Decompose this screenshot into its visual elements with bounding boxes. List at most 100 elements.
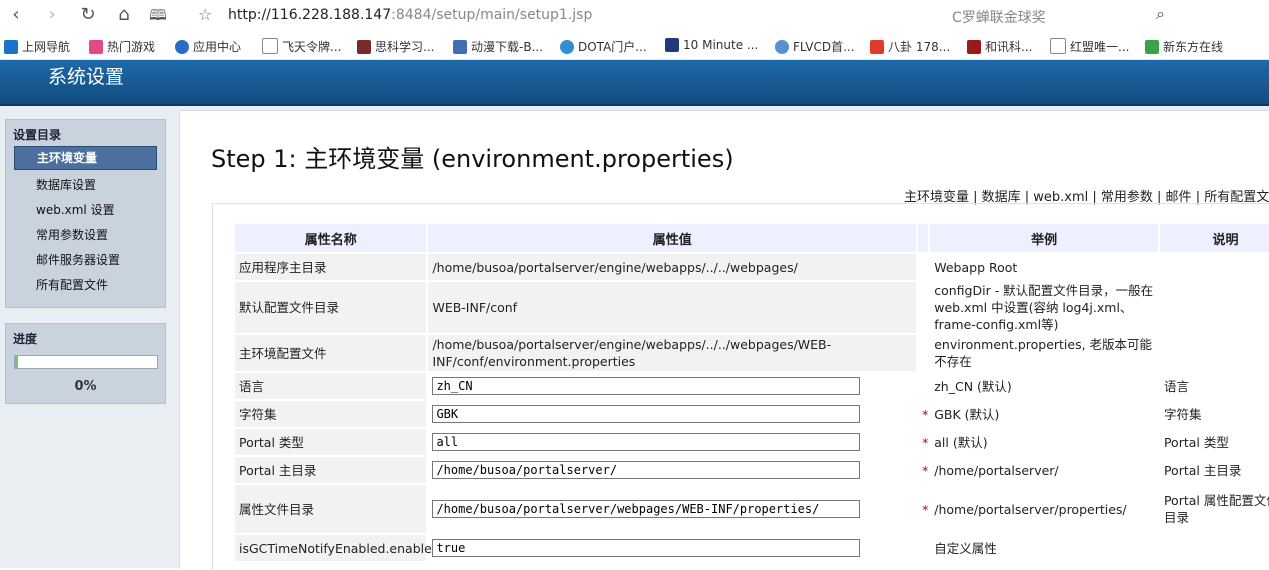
- property-value-input[interactable]: [432, 405, 861, 423]
- bookmark-item[interactable]: 应用中心: [175, 38, 241, 55]
- progress-title: 进度: [13, 332, 38, 346]
- properties-table: 属性名称 属性值 举例 说明 应用程序主目录/home/busoa/portal…: [233, 222, 1269, 563]
- back-icon[interactable]: ‹: [4, 4, 28, 26]
- property-name-cell-text: 语言: [239, 378, 265, 394]
- property-name-cell-text: 应用程序主目录: [239, 259, 327, 275]
- sidebar-item-mail-server[interactable]: 邮件服务器设置: [14, 248, 157, 273]
- sidebar-item-environment[interactable]: 主环境变量: [14, 146, 157, 170]
- bookmark-item[interactable]: FLVCD首...: [775, 38, 855, 55]
- bookmark-item[interactable]: 动漫下载-B...: [453, 38, 543, 55]
- bookmark-star-icon[interactable]: ☆: [198, 5, 212, 24]
- sidebar-item-webxml[interactable]: web.xml 设置: [14, 198, 157, 223]
- example-cell: environment.properties, 老版本可能不存在: [930, 335, 1158, 371]
- property-value-input[interactable]: [432, 433, 861, 451]
- sidebar-item-database[interactable]: 数据库设置: [14, 173, 157, 198]
- search-input[interactable]: C罗蝉联金球奖: [952, 7, 1046, 27]
- property-name-cell-text: isGCTimeNotifyEnabled.enabled: [239, 540, 440, 556]
- required-marker: *: [918, 429, 928, 455]
- address-bar[interactable]: ☆ http://116.228.188.147:8484/setup/main…: [192, 3, 1192, 27]
- property-name-cell-text: Portal 主目录: [239, 462, 317, 478]
- description-cell-text: Portal 属性配置文件目录: [1163, 493, 1269, 525]
- progress-panel: 进度 0%: [5, 323, 166, 404]
- property-name-cell: 默认配置文件目录: [235, 282, 427, 333]
- search-icon[interactable]: ⌕: [1156, 4, 1165, 24]
- property-value-cell: [428, 373, 917, 399]
- property-name-cell-text: 主环境配置文件: [239, 345, 327, 361]
- bookmark-item[interactable]: 和讯科...: [967, 38, 1032, 55]
- required-marker: *: [918, 401, 928, 427]
- progress-bar: [14, 355, 158, 369]
- column-header-required: [918, 224, 929, 252]
- example-cell-text: GBK (默认): [934, 406, 1000, 422]
- property-name-cell: 应用程序主目录: [235, 254, 427, 280]
- table-row: 语言 zh_CN (默认) 语言: [235, 373, 1269, 399]
- bookmark-item[interactable]: 热门游戏: [89, 38, 155, 55]
- column-header-name: 属性名称: [235, 224, 427, 252]
- bookmark-item[interactable]: 飞天令牌...: [262, 38, 341, 55]
- description-cell-text: Portal 类型: [1163, 434, 1229, 450]
- example-cell: 自定义属性: [930, 535, 1158, 561]
- reload-icon[interactable]: ↻: [76, 4, 100, 26]
- example-cell: GBK (默认): [930, 401, 1158, 427]
- property-value-cell: [428, 429, 917, 455]
- property-value-input[interactable]: [432, 377, 861, 395]
- property-name-cell: 字符集: [235, 401, 427, 427]
- table-row: Portal 主目录 * /home/portalserver/Portal 主目录: [235, 457, 1269, 483]
- table-row: Portal 类型 * all (默认) Portal 类型: [235, 429, 1269, 455]
- property-value-cell: [428, 401, 917, 427]
- property-name-cell: 语言: [235, 373, 427, 399]
- table-row: 默认配置文件目录 WEB-INF/conf configDir - 默认配置文件目录…: [235, 282, 1269, 333]
- required-marker-text: *: [922, 501, 929, 517]
- property-value-cell-text: /home/busoa/portalserver/engine/webapps/…: [432, 259, 798, 275]
- required-marker: [918, 535, 929, 561]
- progress-fill: [15, 356, 18, 368]
- table-row: 字符集 * GBK (默认) 字符集: [235, 401, 1269, 427]
- reading-icon[interactable]: 🕮: [146, 4, 170, 26]
- example-cell-text: zh_CN (默认): [934, 378, 1012, 394]
- menu-title: 设置目录: [13, 128, 62, 142]
- description-cell-text: Portal 主目录: [1163, 462, 1242, 478]
- forward-icon[interactable]: ›: [40, 4, 64, 26]
- sidebar-item-all-config[interactable]: 所有配置文件: [14, 273, 157, 298]
- property-name-cell-text: 属性文件目录: [239, 501, 315, 517]
- sidebar-item-common-params[interactable]: 常用参数设置: [14, 223, 157, 248]
- example-cell-text: /home/portalserver/: [934, 462, 1059, 478]
- bookmark-item[interactable]: 新东方在线: [1145, 38, 1223, 55]
- required-marker: *: [918, 485, 928, 533]
- property-value-cell: /home/busoa/portalserver/engine/webapps/…: [428, 254, 917, 280]
- property-value-input[interactable]: [432, 500, 861, 518]
- property-value-input[interactable]: [432, 539, 861, 557]
- description-cell: 语言: [1159, 373, 1269, 399]
- property-name-cell-text: 默认配置文件目录: [239, 300, 340, 315]
- example-cell: all (默认): [930, 429, 1158, 455]
- settings-menu: 设置目录 主环境变量 数据库设置 web.xml 设置 常用参数设置 邮件服务器…: [5, 119, 166, 308]
- app-title: 系统设置: [48, 66, 125, 88]
- required-marker-text: *: [922, 406, 929, 422]
- property-value-input[interactable]: [432, 461, 861, 479]
- example-cell: configDir - 默认配置文件目录，一般在 web.xml 中设置(容纳 …: [930, 282, 1158, 333]
- property-name-cell-text: 字符集: [239, 406, 277, 422]
- required-marker-text: *: [922, 434, 929, 450]
- required-marker: [918, 373, 929, 399]
- required-marker-text: *: [922, 462, 929, 478]
- description-cell: Portal 属性配置文件目录: [1159, 485, 1269, 533]
- page-title: Step 1: 主环境变量 (environment.properties): [211, 145, 734, 173]
- bookmark-item[interactable]: 上网导航: [4, 38, 70, 55]
- property-name-cell-text: Portal 类型: [239, 434, 304, 450]
- example-cell-text: /home/portalserver/properties/: [934, 501, 1127, 517]
- bookmark-item[interactable]: DOTA门户...: [560, 38, 647, 55]
- column-header-value: 属性值: [428, 224, 917, 252]
- bookmarks-bar: 上网导航 热门游戏 应用中心 飞天令牌... 思科学习... 动漫下载-B...…: [0, 33, 1269, 60]
- progress-percent: 0%: [74, 379, 97, 394]
- app-header: 系统设置: [0, 60, 1269, 106]
- bookmark-item[interactable]: 八卦 178...: [870, 38, 950, 55]
- bookmark-item[interactable]: 红盟唯一...: [1050, 38, 1129, 55]
- table-row: isGCTimeNotifyEnabled.enabled 自定义属性: [235, 535, 1269, 561]
- home-icon[interactable]: ⌂: [112, 4, 136, 26]
- bookmark-item[interactable]: 10 Minute ...: [665, 38, 758, 52]
- bookmark-item[interactable]: 思科学习...: [357, 38, 434, 55]
- property-value-cell: WEB-INF/conf: [428, 282, 917, 333]
- description-cell: [1159, 282, 1269, 333]
- description-cell-text: 字符集: [1163, 406, 1202, 422]
- example-cell: /home/portalserver/: [930, 457, 1158, 483]
